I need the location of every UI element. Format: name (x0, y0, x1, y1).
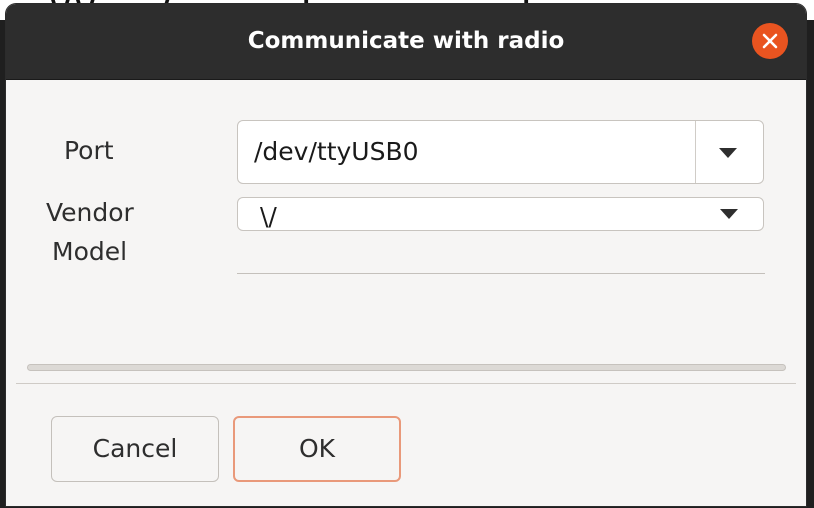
port-entry[interactable]: /dev/ttyUSB0 (254, 121, 419, 183)
cancel-button[interactable]: Cancel (51, 416, 219, 482)
ok-button[interactable]: OK (233, 416, 401, 482)
model-combobox[interactable] (237, 273, 765, 274)
vendor-label: Vendor (46, 198, 134, 227)
button-area-separator (16, 383, 796, 384)
model-label: Model (52, 237, 128, 266)
port-combobox[interactable]: /dev/ttyUSB0 (237, 120, 764, 184)
communicate-dialog: Communicate with radio Port /dev/ttyUSB0… (6, 4, 806, 506)
dialog-title: Communicate with radio (247, 28, 565, 54)
vendor-selected-value: \/ (260, 202, 277, 231)
progress-bar (27, 364, 786, 371)
close-button[interactable] (752, 23, 788, 59)
vendor-dropdown-icon (720, 209, 738, 219)
vendor-combobox[interactable]: \/ (237, 197, 764, 231)
port-dropdown-icon[interactable] (719, 148, 737, 158)
close-icon (762, 33, 778, 49)
dialog-titlebar: Communicate with radio (6, 4, 806, 80)
port-combo-divider (695, 121, 696, 183)
port-label: Port (64, 136, 114, 165)
